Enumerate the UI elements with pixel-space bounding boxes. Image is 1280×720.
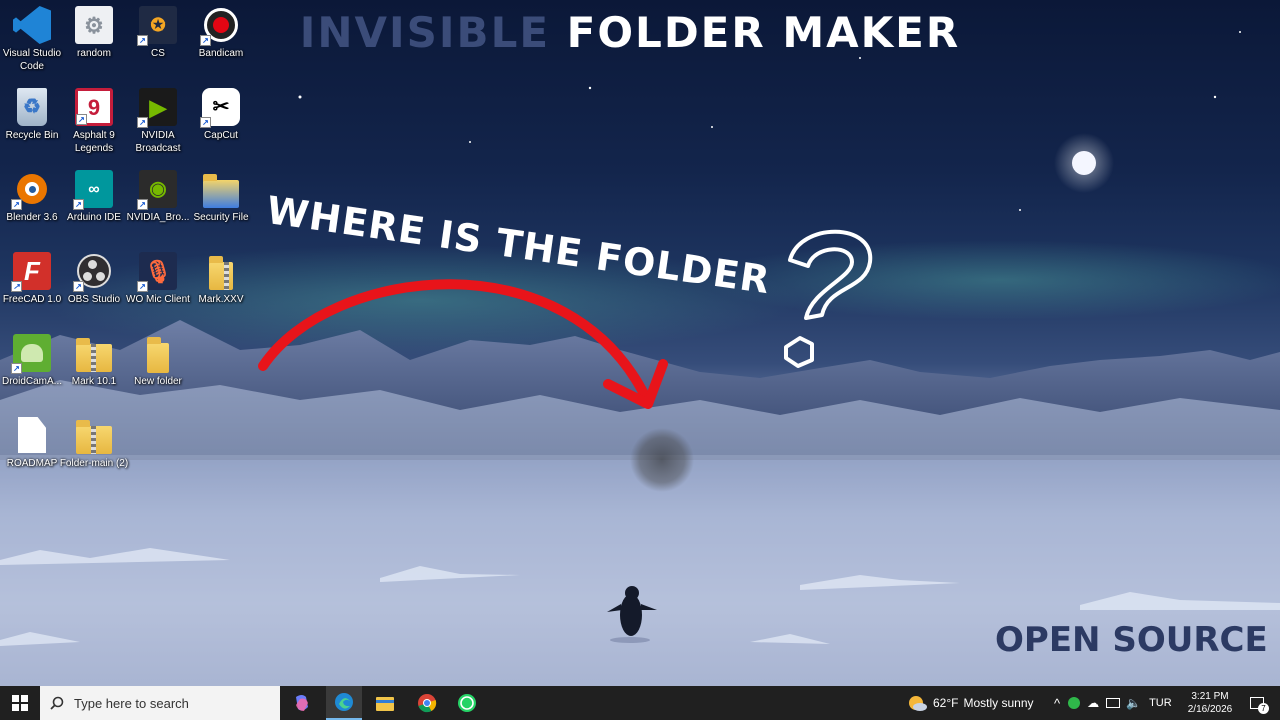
- nvidia-broadcast-icon: ▶ ↗: [137, 88, 177, 128]
- nvidia-icon: ◉ ↗: [137, 170, 177, 210]
- obs-icon: ↗: [73, 252, 113, 292]
- windows-logo-icon: [12, 695, 28, 711]
- desktop-icon-nvidia-bro[interactable]: ◉ ↗ NVIDIA_Bro...: [122, 166, 194, 224]
- edge-icon: [335, 693, 353, 711]
- security-folder-icon: [202, 170, 240, 208]
- system-tray: ^ ☁ 🔈 TUR: [1054, 686, 1186, 720]
- desktop-icon-mark-10-1[interactable]: Mark 10.1: [58, 330, 130, 388]
- taskbar-chrome[interactable]: [410, 686, 444, 720]
- desktop-icon-label: Arduino IDE: [67, 212, 121, 223]
- aurora-glow-right: [700, 240, 1280, 320]
- desktop-icon-new-folder[interactable]: New folder: [122, 330, 194, 388]
- folder-icon: [202, 252, 240, 290]
- title-invisible: INVISIBLE: [299, 8, 551, 57]
- desktop-icon-wo-mic[interactable]: 🎙 ↗ WO Mic Client: [122, 248, 194, 306]
- volume-icon[interactable]: 🔈: [1126, 696, 1141, 710]
- clock[interactable]: 3:21 PM 2/16/2026: [1182, 686, 1238, 720]
- title-folder-maker: FOLDER MAKER: [566, 8, 961, 57]
- taskbar-search-box[interactable]: Type here to search: [40, 686, 280, 720]
- green-app-tray-icon[interactable]: [1068, 697, 1081, 709]
- desktop-icon-label: Mark.XXV: [198, 294, 244, 305]
- folder-icon: [139, 334, 177, 373]
- taskbar-copilot[interactable]: [286, 686, 318, 720]
- vscode-icon: [13, 6, 51, 44]
- desktop-icon-label: Security File: [193, 212, 249, 223]
- desktop-icon-capcut[interactable]: ✂ ↗ CapCut: [185, 84, 257, 142]
- desktop-icon-nvidia-broadcast[interactable]: ▶ ↗ NVIDIA Broadcast: [122, 84, 194, 155]
- search-placeholder: Type here to search: [74, 695, 189, 711]
- notification-count: 7: [1258, 703, 1269, 714]
- desktop-icon-label: OBS Studio: [67, 294, 121, 305]
- blender-icon: ↗: [11, 170, 51, 210]
- desktop-icon-security-file[interactable]: Security File: [185, 166, 257, 224]
- recycle-bin-icon: ♻: [17, 88, 47, 126]
- desktop-icon-label: CS: [151, 48, 165, 59]
- desktop-background: INVISIBLE FOLDER MAKER WHERE IS THE FOLD…: [0, 0, 1280, 686]
- chrome-icon: [418, 694, 437, 713]
- taskbar-edge[interactable]: [326, 686, 362, 720]
- weather-temperature: 62°F: [933, 696, 959, 710]
- desktop-icon-label: New folder: [134, 376, 182, 387]
- taskbar-file-explorer[interactable]: [368, 686, 402, 720]
- clock-date: 2/16/2026: [1187, 704, 1233, 715]
- desktop-icon-label: CapCut: [204, 130, 238, 141]
- settings-icon: ⚙: [75, 6, 113, 44]
- desktop-icon-label: Mark 10.1: [71, 376, 117, 387]
- notification-center[interactable]: 7: [1244, 686, 1270, 720]
- chevron-up-icon[interactable]: ^: [1054, 696, 1060, 711]
- desktop-icon-cs[interactable]: ✪ ↗ CS: [122, 2, 194, 60]
- desktop-icon-random[interactable]: ⚙ random: [58, 2, 130, 60]
- desktop-icon-label: Asphalt 9 Legends: [73, 130, 115, 154]
- folder-icon: [75, 416, 113, 454]
- clock-time: 3:21 PM: [1191, 691, 1229, 702]
- desktop-icon-label: Folder-main (2): [59, 458, 129, 469]
- asphalt-icon: 9 ↗: [75, 88, 113, 126]
- desktop-icon-label: Bandicam: [198, 48, 244, 59]
- desktop-icon-arduino[interactable]: ∞ ↗ Arduino IDE: [58, 166, 130, 224]
- desktop-icon-bandicam[interactable]: ↗ Bandicam: [185, 2, 257, 60]
- search-icon: [50, 696, 64, 710]
- desktop-icon-label: random: [77, 48, 111, 59]
- whatsapp-icon: [458, 694, 476, 712]
- weather-widget[interactable]: 62°F Mostly sunny: [906, 686, 1034, 720]
- desktop-icon-asphalt[interactable]: 9 ↗ Asphalt 9 Legends: [58, 84, 130, 155]
- record-icon: ↗: [200, 6, 240, 46]
- invisible-folder-blur[interactable]: [630, 428, 694, 492]
- copilot-icon: [296, 695, 308, 711]
- notification-icon: 7: [1250, 697, 1269, 714]
- sun-cloud-icon: [909, 696, 927, 711]
- weather-condition: Mostly sunny: [963, 696, 1034, 710]
- desktop-icon-mark-xxv[interactable]: Mark.XXV: [185, 248, 257, 306]
- desktop-icon-obs[interactable]: ↗ OBS Studio: [58, 248, 130, 306]
- caption-open-source: OPEN SOURCE: [995, 620, 1268, 660]
- document-icon: [13, 416, 51, 454]
- cloud-icon[interactable]: ☁: [1087, 696, 1099, 710]
- network-icon[interactable]: [1106, 698, 1121, 708]
- capcut-icon: ✂ ↗: [200, 88, 240, 128]
- moon: [1072, 151, 1096, 175]
- taskbar: Type here to search 62°F Mostly sunny ^ …: [0, 686, 1280, 720]
- start-button[interactable]: [0, 686, 40, 720]
- microphone-icon: 🎙 ↗: [137, 252, 177, 292]
- arduino-icon: ∞ ↗: [73, 170, 113, 210]
- taskbar-whatsapp[interactable]: [450, 686, 484, 720]
- desktop-icon-label: NVIDIA Broadcast: [135, 130, 181, 154]
- counter-strike-icon: ✪ ↗: [137, 6, 177, 46]
- file-explorer-icon: [376, 697, 394, 711]
- desktop-icon-label: NVIDIA_Bro...: [126, 212, 190, 223]
- input-language[interactable]: TUR: [1149, 697, 1172, 709]
- freecad-icon: F ↗: [11, 252, 51, 292]
- desktop-icon-label: WO Mic Client: [126, 294, 190, 305]
- android-icon: ↗: [11, 334, 51, 374]
- zip-folder-icon: [75, 334, 113, 372]
- desktop-icon-folder-main[interactable]: Folder-main (2): [58, 412, 130, 470]
